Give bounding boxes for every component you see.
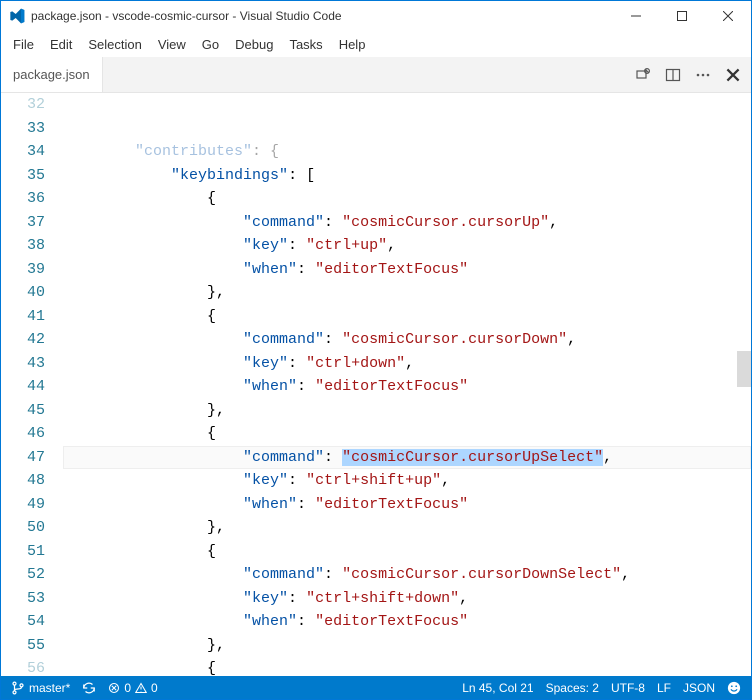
- line-number: 44: [1, 375, 45, 399]
- line-number: 47: [1, 446, 45, 470]
- git-sync-status[interactable]: [76, 676, 102, 699]
- tab-package-json[interactable]: package.json: [1, 57, 103, 92]
- menu-selection[interactable]: Selection: [80, 35, 149, 54]
- code-line[interactable]: {: [63, 187, 751, 211]
- line-number: 34: [1, 140, 45, 164]
- line-number: 38: [1, 234, 45, 258]
- vscode-icon: [9, 8, 25, 24]
- line-number: 36: [1, 187, 45, 211]
- line-number: 39: [1, 258, 45, 282]
- more-actions-icon[interactable]: [695, 67, 711, 83]
- menu-view[interactable]: View: [150, 35, 194, 54]
- line-number: 51: [1, 540, 45, 564]
- show-opened-editors-icon[interactable]: [635, 67, 651, 83]
- menu-edit[interactable]: Edit: [42, 35, 80, 54]
- code-line[interactable]: "keybindings": [: [63, 164, 751, 188]
- close-tab-icon[interactable]: [725, 67, 741, 83]
- line-number: 50: [1, 516, 45, 540]
- menubar: FileEditSelectionViewGoDebugTasksHelp: [1, 31, 751, 57]
- code-line[interactable]: "key": "ctrl+up",: [63, 234, 751, 258]
- code-line[interactable]: },: [63, 634, 751, 658]
- line-number: 54: [1, 610, 45, 634]
- line-number: 33: [1, 117, 45, 141]
- code-line[interactable]: "contributes": {: [63, 140, 751, 164]
- window-maximize-button[interactable]: [659, 1, 705, 31]
- code-line[interactable]: "when": "editorTextFocus": [63, 610, 751, 634]
- line-number: 45: [1, 399, 45, 423]
- window-titlebar: package.json - vscode-cosmic-cursor - Vi…: [1, 1, 751, 31]
- line-number-gutter: 3233343536373839404142434445464748495051…: [1, 93, 63, 676]
- code-line[interactable]: },: [63, 399, 751, 423]
- code-editor[interactable]: 3233343536373839404142434445464748495051…: [1, 93, 751, 676]
- code-line[interactable]: {: [63, 657, 751, 676]
- line-number: 40: [1, 281, 45, 305]
- line-number: 52: [1, 563, 45, 587]
- code-line[interactable]: "key": "ctrl+shift+up",: [63, 469, 751, 493]
- code-content[interactable]: "contributes": { "keybindings": [ { "com…: [63, 93, 751, 676]
- code-line[interactable]: },: [63, 516, 751, 540]
- line-number: 56: [1, 657, 45, 676]
- menu-file[interactable]: File: [5, 35, 42, 54]
- warning-count: 0: [151, 681, 158, 695]
- language-mode-status[interactable]: JSON: [677, 676, 721, 699]
- indentation-status[interactable]: Spaces: 2: [540, 676, 605, 699]
- window-minimize-button[interactable]: [613, 1, 659, 31]
- line-number: 55: [1, 634, 45, 658]
- menu-debug[interactable]: Debug: [227, 35, 281, 54]
- line-number: 46: [1, 422, 45, 446]
- code-line[interactable]: {: [63, 422, 751, 446]
- cursor-position-status[interactable]: Ln 45, Col 21: [456, 676, 539, 699]
- encoding-status[interactable]: UTF-8: [605, 676, 651, 699]
- line-number: 32: [1, 93, 45, 117]
- code-line[interactable]: "when": "editorTextFocus": [63, 493, 751, 517]
- line-number: 49: [1, 493, 45, 517]
- window-title: package.json - vscode-cosmic-cursor - Vi…: [31, 9, 613, 23]
- code-line[interactable]: "command": "cosmicCursor.cursorDownSelec…: [63, 563, 751, 587]
- menu-help[interactable]: Help: [331, 35, 374, 54]
- split-editor-icon[interactable]: [665, 67, 681, 83]
- code-line[interactable]: },: [63, 281, 751, 305]
- code-line[interactable]: "when": "editorTextFocus": [63, 258, 751, 282]
- problems-status[interactable]: 0 0: [102, 676, 163, 699]
- window-close-button[interactable]: [705, 1, 751, 31]
- code-line[interactable]: "command": "cosmicCursor.cursorDown",: [63, 328, 751, 352]
- eol-status[interactable]: LF: [651, 676, 677, 699]
- code-line[interactable]: "command": "cosmicCursor.cursorUp",: [63, 211, 751, 235]
- code-line[interactable]: {: [63, 305, 751, 329]
- line-number: 42: [1, 328, 45, 352]
- code-line[interactable]: "command": "cosmicCursor.cursorUpSelect"…: [63, 446, 751, 470]
- tab-label: package.json: [13, 67, 90, 82]
- code-line[interactable]: "key": "ctrl+down",: [63, 352, 751, 376]
- git-branch-status[interactable]: master*: [5, 676, 76, 699]
- code-line[interactable]: "when": "editorTextFocus": [63, 375, 751, 399]
- code-line[interactable]: {: [63, 540, 751, 564]
- error-count: 0: [124, 681, 131, 695]
- line-number: 53: [1, 587, 45, 611]
- line-number: 43: [1, 352, 45, 376]
- menu-go[interactable]: Go: [194, 35, 227, 54]
- code-line[interactable]: "key": "ctrl+shift+down",: [63, 587, 751, 611]
- line-number: 48: [1, 469, 45, 493]
- menu-tasks[interactable]: Tasks: [281, 35, 330, 54]
- line-number: 41: [1, 305, 45, 329]
- line-number: 35: [1, 164, 45, 188]
- editor-tabrow: package.json: [1, 57, 751, 93]
- line-number: 37: [1, 211, 45, 235]
- statusbar: master* 0 0 Ln 45, Col 21 Spaces: 2 UTF-…: [1, 676, 751, 699]
- vertical-scrollbar-thumb[interactable]: [737, 351, 751, 387]
- branch-name: master*: [29, 681, 70, 695]
- feedback-icon[interactable]: [721, 676, 747, 699]
